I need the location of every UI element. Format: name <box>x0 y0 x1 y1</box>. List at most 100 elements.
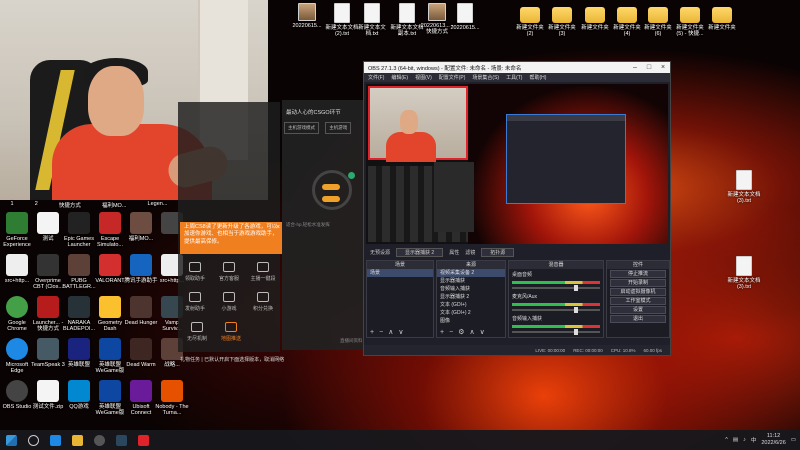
obs-preview[interactable] <box>366 84 668 244</box>
start-recording-button[interactable]: 开始录制 <box>610 279 666 287</box>
volume-slider[interactable] <box>512 285 600 291</box>
desktop-icon[interactable]: OBS Studio <box>0 380 34 410</box>
desktop-icon[interactable]: VALORANT <box>93 254 127 284</box>
remove-icon[interactable]: − <box>449 328 453 337</box>
helper-toggle-pill[interactable] <box>322 196 340 202</box>
move-up-icon[interactable]: ∧ <box>388 328 393 337</box>
volume-slider[interactable] <box>512 307 600 313</box>
source-item[interactable]: 显示器捕获 <box>437 277 505 285</box>
extra-button[interactable]: 拓扑源 <box>481 247 515 257</box>
selected-source-dropdown[interactable]: 显示器捕获 2 <box>396 247 444 257</box>
desktop-icon[interactable]: TeamSpeak 3 <box>31 338 65 368</box>
menu-tools[interactable]: 工具(T) <box>506 74 522 81</box>
desktop-icon[interactable]: Dead Hunger <box>124 296 158 326</box>
desktop-icon[interactable]: Google Chrome <box>0 296 34 332</box>
preview-webcam-source[interactable] <box>368 86 468 162</box>
close-button[interactable]: × <box>656 64 670 71</box>
add-icon[interactable]: + <box>370 328 374 337</box>
desktop-folder[interactable]: 新建文件夹 <box>578 3 612 31</box>
desktop-icon[interactable]: Dead Warm <box>124 338 158 368</box>
taskbar-search[interactable] <box>22 430 44 450</box>
source-item[interactable]: 显示器捕获 2 <box>437 293 505 301</box>
taskbar-app[interactable] <box>132 430 154 450</box>
taskbar-app[interactable] <box>66 430 88 450</box>
add-icon[interactable]: + <box>440 328 444 337</box>
desktop-icon[interactable]: 腾讯手游助手 <box>124 254 158 284</box>
desktop-folder[interactable]: 新建文件夹 (6) <box>641 3 675 37</box>
exit-button[interactable]: 退出 <box>610 315 666 323</box>
desktop-folder[interactable]: 新建文件夹 (3) <box>545 3 579 37</box>
menu-edit[interactable]: 编辑(E) <box>391 74 408 81</box>
filters-button[interactable]: 滤镜 <box>465 249 475 256</box>
desktop-icon[interactable]: 新建文本文档 (3).txt <box>727 170 761 204</box>
desktop-icon[interactable]: QQ游戏 <box>62 380 96 410</box>
desktop-icon[interactable]: 新建文本文档.txt <box>355 3 389 37</box>
menu-view[interactable]: 视图(V) <box>415 74 432 81</box>
stop-stream-button[interactable]: 停止推流 <box>610 270 666 278</box>
desktop-icon[interactable]: Epic Games Launcher <box>62 212 96 248</box>
overlay-button[interactable]: 积分兑换 <box>248 292 278 312</box>
clock[interactable]: 11:12 2022/6/26 <box>761 433 785 446</box>
desktop-icon[interactable]: Launcher... - 快捷方式 <box>31 296 65 332</box>
desktop-icon[interactable]: NARAKA BLADEPOI... <box>62 296 96 332</box>
tray-arrow-icon[interactable]: ^ <box>725 437 728 443</box>
desktop-icon[interactable]: GeForce Experience <box>0 212 34 248</box>
virtual-camera-button[interactable]: 启动虚拟摄像机 <box>610 288 666 296</box>
overlay-button[interactable]: 地图推送 <box>216 322 246 342</box>
move-up-icon[interactable]: ∧ <box>469 328 474 337</box>
menu-profile[interactable]: 配置文件(P) <box>439 74 466 81</box>
desktop-folder[interactable]: 新建文件夹 (5) - 快捷... <box>673 3 707 37</box>
source-item[interactable]: 图像 <box>437 317 505 325</box>
source-item[interactable]: 音频输入捕获 <box>437 285 505 293</box>
overlay-button[interactable]: 发射助手 <box>180 292 210 312</box>
overlay-button[interactable]: 无尽机制 <box>182 322 212 342</box>
desktop-icon[interactable]: 英雄联盟 <box>62 338 96 368</box>
move-down-icon[interactable]: ∨ <box>480 328 485 337</box>
volume-icon[interactable]: ♪ <box>743 437 746 443</box>
gear-icon[interactable]: ⚙ <box>458 328 464 337</box>
maximize-button[interactable]: □ <box>642 64 656 71</box>
taskbar-app[interactable] <box>44 430 66 450</box>
menu-scene-collection[interactable]: 场景集合(S) <box>472 74 499 81</box>
obs-titlebar[interactable]: OBS 27.1.3 (64-bit, windows) - 配置文件: 未命名… <box>364 62 670 73</box>
desktop-icon[interactable]: 英雄联盟 WeGame版 <box>93 380 127 416</box>
source-item[interactable]: 文本 (GDI+) <box>437 301 505 309</box>
input-language[interactable]: 中 <box>751 436 757 444</box>
remove-icon[interactable]: − <box>379 328 383 337</box>
desktop-icon[interactable]: Overprime CBT (Clos... <box>31 254 65 290</box>
menu-help[interactable]: 帮助(H) <box>529 74 546 81</box>
notification-icon[interactable]: ▭ <box>791 437 796 443</box>
desktop-icon[interactable]: 20220615... <box>290 3 324 29</box>
settings-button[interactable]: 设置 <box>610 306 666 314</box>
studio-mode-button[interactable]: 工作室模式 <box>610 297 666 305</box>
overlay-button[interactable]: 主播一键段 <box>248 262 278 282</box>
desktop-icon[interactable]: 20220615... <box>448 3 482 31</box>
overlay-button[interactable]: 小游戏 <box>214 292 244 312</box>
desktop-icon[interactable]: Microsoft Edge <box>0 338 34 374</box>
desktop-icon[interactable]: Geometry Dash <box>93 296 127 332</box>
desktop-icon[interactable]: 新建文本文档 副本.txt <box>390 3 424 37</box>
overlay-button[interactable]: 官方客服 <box>214 262 244 282</box>
desktop-folder[interactable]: 新建文件夹 (2) <box>513 3 547 37</box>
helper-mode-button[interactable]: 主机游戏 <box>325 122 352 134</box>
desktop-icon[interactable]: Escape Simulato... <box>93 212 127 248</box>
desktop-icon[interactable]: Nobody - The Turna... <box>155 380 189 416</box>
desktop-icon[interactable]: 新建文本文档 (2).txt <box>325 3 359 37</box>
desktop-icon[interactable]: 英雄联盟 WeGame版 <box>93 338 127 374</box>
taskbar-app[interactable] <box>110 430 132 450</box>
desktop-icon[interactable]: Ubisoft Connect <box>124 380 158 416</box>
desktop-icon[interactable]: 测试 <box>31 212 65 242</box>
start-button[interactable] <box>0 430 22 450</box>
source-item[interactable]: 文本 (GDI+) 2 <box>437 309 505 317</box>
move-down-icon[interactable]: ∨ <box>398 328 403 337</box>
volume-slider[interactable] <box>512 329 600 335</box>
helper-mode-button[interactable]: 主机游戏模式 <box>284 122 319 134</box>
desktop-icon[interactable]: PUBG BATTLEGR... <box>62 254 96 290</box>
helper-toggle-pill[interactable] <box>322 184 340 190</box>
desktop-icon[interactable]: 新建文本文档 (3).txt <box>727 256 761 290</box>
desktop-folder[interactable]: 新建文件夹 (4) <box>610 3 644 37</box>
desktop-icon[interactable]: src+http... <box>0 254 34 284</box>
desktop-folder[interactable]: 新建文件夹 <box>705 3 739 31</box>
taskbar-app[interactable] <box>88 430 110 450</box>
minimize-button[interactable]: – <box>628 64 642 71</box>
